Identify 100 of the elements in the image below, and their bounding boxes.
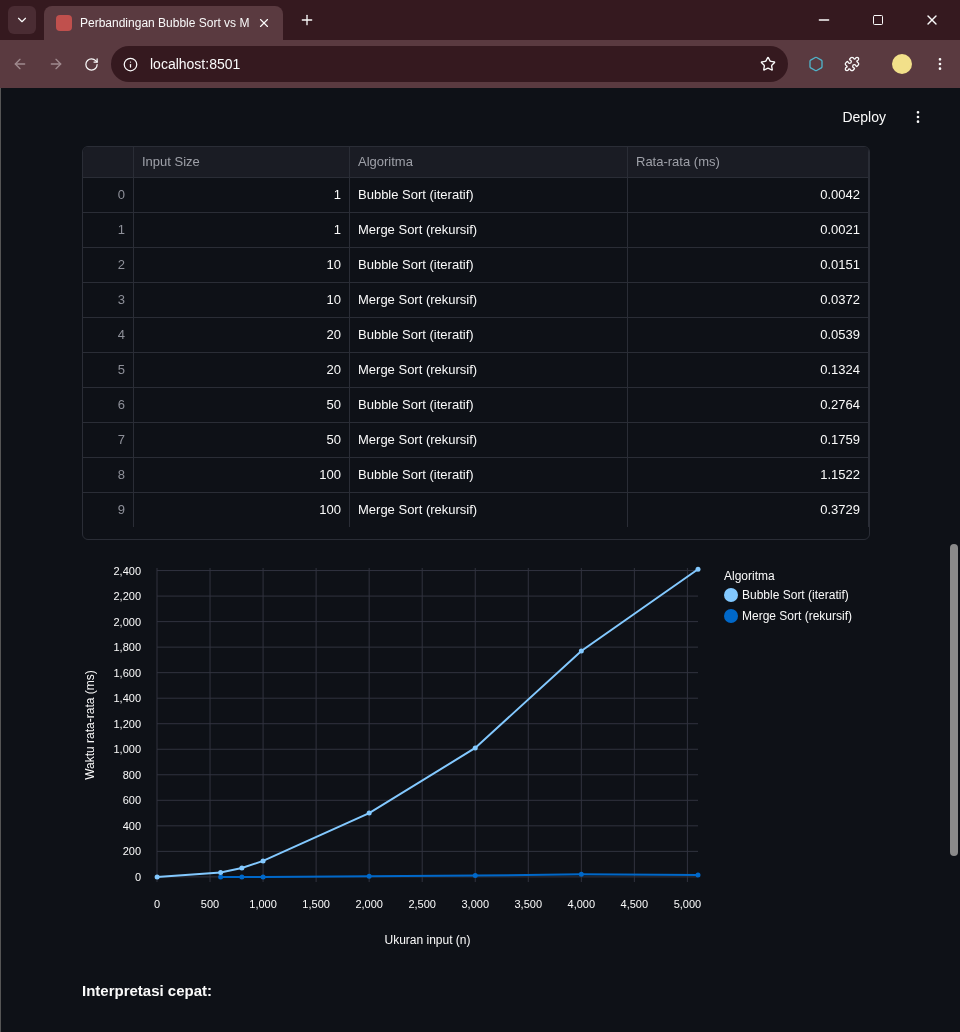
row-index: 5 (83, 353, 134, 387)
table-cell: Bubble Sort (iteratif) (350, 388, 628, 422)
scrollbar[interactable] (950, 544, 958, 856)
table-cell: 0.3729 (628, 493, 869, 527)
tab-list-button[interactable] (8, 6, 36, 34)
table-cell: 0.0021 (628, 213, 869, 247)
table-cell: 0.1324 (628, 353, 869, 387)
bookmark-star-icon[interactable] (760, 56, 776, 72)
table-cell: 0.2764 (628, 388, 869, 422)
y-tick-label: 1,200 (113, 717, 141, 730)
y-tick-label: 1,800 (113, 641, 141, 654)
x-tick-label: 3,500 (514, 898, 543, 910)
url-text: localhost:8501 (150, 55, 242, 74)
browser-tab[interactable]: Perbandingan Bubble Sort vs M (44, 6, 284, 40)
x-tick-label: 1,000 (249, 898, 277, 910)
x-tick-label: 2,500 (408, 898, 436, 910)
table-cell: 100 (134, 493, 350, 527)
column-header[interactable]: Rata-rata (ms) (628, 147, 869, 177)
table-cell: Merge Sort (rekursif) (350, 283, 628, 317)
data-point (578, 871, 584, 877)
data-point (260, 874, 266, 880)
table-cell: 100 (134, 458, 350, 492)
data-point (239, 874, 245, 880)
column-header[interactable]: Input Size (134, 147, 350, 177)
data-point (366, 873, 372, 879)
data-point (472, 873, 478, 879)
x-tick-label: 4,000 (567, 898, 596, 910)
x-tick-label: 0 (153, 898, 161, 910)
row-index: 7 (83, 423, 134, 457)
table-cell: Bubble Sort (iteratif) (350, 248, 628, 282)
y-tick-label: 2,000 (113, 615, 141, 628)
table-cell: 0.0539 (628, 318, 869, 352)
table-cell: 1 (134, 178, 350, 212)
legend-label: Bubble Sort (iteratif) (742, 588, 849, 602)
y-tick-label: 400 (122, 819, 141, 832)
table-cell: Bubble Sort (iteratif) (350, 178, 628, 212)
table-cell: 1 (134, 213, 350, 247)
data-point (472, 745, 478, 751)
address-bar[interactable]: localhost:8501 (111, 46, 788, 82)
table-cell: 0.0042 (628, 178, 869, 212)
info-icon (123, 56, 138, 72)
table-cell: 50 (134, 388, 350, 422)
data-point (366, 810, 372, 816)
row-index: 8 (83, 458, 134, 492)
x-tick-label: 4,500 (620, 898, 649, 910)
y-axis-title: Waktu rata-rata (ms) (83, 670, 97, 780)
table-cell: Merge Sort (rekursif) (350, 353, 628, 387)
extensions-icon[interactable] (844, 56, 860, 72)
x-tick-label: 500 (200, 898, 220, 910)
y-tick-label: 1,600 (113, 666, 141, 679)
x-axis-title: Ukuran input (n) (384, 933, 471, 947)
reload-icon[interactable] (84, 56, 99, 72)
y-tick-label: 0 (134, 870, 141, 883)
table-cell: 50 (134, 423, 350, 457)
tab-title: Perbandingan Bubble Sort vs M (80, 15, 250, 31)
row-index: 9 (83, 493, 134, 527)
extension-icon[interactable] (808, 56, 824, 72)
table-cell: Merge Sort (rekursif) (350, 493, 628, 527)
table-cell: 0.1759 (628, 423, 869, 457)
table-cell: 0.0151 (628, 248, 869, 282)
table-cell: 20 (134, 318, 350, 352)
table-cell: Merge Sort (rekursif) (350, 423, 628, 457)
x-tick-label: 5,000 (673, 898, 702, 910)
data-point (695, 566, 701, 572)
deploy-button[interactable]: Deploy (834, 103, 894, 131)
legend-title: Algoritma (724, 569, 775, 583)
y-tick-label: 2,400 (113, 564, 141, 577)
row-index: 4 (83, 318, 134, 352)
row-index: 6 (83, 388, 134, 422)
table-cell: Merge Sort (rekursif) (350, 213, 628, 247)
y-tick-label: 1,400 (113, 692, 141, 705)
y-tick-label: 2,200 (113, 590, 141, 603)
row-index: 0 (83, 178, 134, 212)
table-cell: 20 (134, 353, 350, 387)
column-header[interactable]: Algoritma (350, 147, 628, 177)
y-tick-label: 1,000 (113, 743, 141, 756)
data-point (239, 865, 245, 871)
data-point (695, 872, 701, 878)
legend-label: Merge Sort (rekursif) (742, 609, 853, 623)
forward-icon[interactable] (48, 56, 64, 72)
data-point (578, 648, 584, 654)
table-cell: 1.1522 (628, 458, 869, 492)
maximize-icon[interactable] (872, 14, 884, 26)
row-index: 3 (83, 283, 134, 317)
data-point (154, 874, 160, 880)
y-tick-label: 600 (122, 794, 141, 807)
table-cell: 10 (134, 283, 350, 317)
profile-avatar[interactable] (892, 54, 912, 74)
table-cell: 0.0372 (628, 283, 869, 317)
table-cell: Bubble Sort (iteratif) (350, 458, 628, 492)
section-heading: Interpretasi cepat: (82, 981, 214, 1001)
y-tick-label: 200 (122, 845, 141, 858)
row-index: 1 (83, 213, 134, 247)
row-index: 2 (83, 248, 134, 282)
page-favicon (56, 15, 72, 31)
x-tick-label: 3,000 (461, 898, 489, 910)
data-point (260, 858, 266, 864)
table-cell: Bubble Sort (iteratif) (350, 318, 628, 352)
x-tick-label: 1,500 (302, 898, 330, 910)
back-icon[interactable] (12, 56, 28, 72)
